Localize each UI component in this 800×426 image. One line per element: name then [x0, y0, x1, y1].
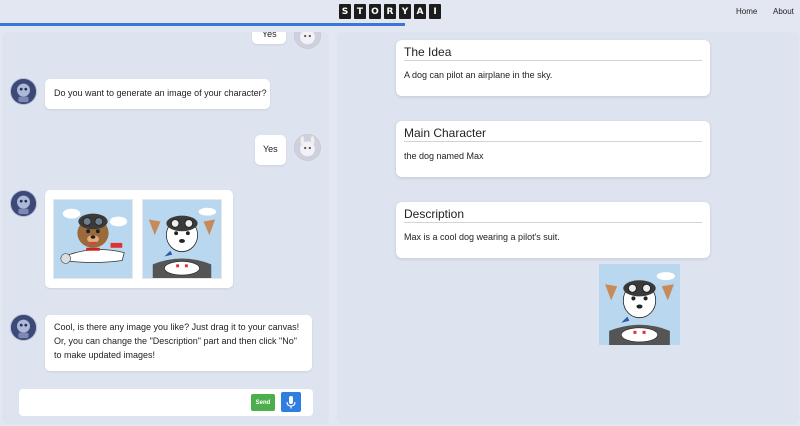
progress-bar	[0, 23, 405, 26]
user-avatar	[294, 134, 321, 161]
top-bar: S T O R Y A I Home About	[0, 0, 800, 26]
message-text: Cool, is there any image you like? Just …	[54, 322, 300, 360]
message-text: Yes	[262, 32, 277, 39]
logo-letter: O	[369, 4, 381, 19]
story-canvas[interactable]: The Idea A dog can pilot an airplane in …	[337, 32, 799, 424]
generated-image-dog-airplane[interactable]	[53, 199, 133, 279]
generated-image-dog-cockpit[interactable]	[142, 199, 222, 279]
card-title: Description	[404, 207, 465, 221]
chat-input[interactable]	[25, 394, 245, 411]
chat-input-bar: Send	[19, 389, 313, 416]
logo-letter: R	[384, 4, 396, 19]
idea-card[interactable]: The Idea A dog can pilot an airplane in …	[396, 40, 710, 96]
card-divider	[404, 60, 702, 61]
send-button[interactable]: Send	[251, 394, 275, 411]
message-text: Do you want to generate an image of your…	[54, 88, 267, 98]
logo-letter: A	[414, 4, 426, 19]
card-divider	[404, 222, 702, 223]
logo-letter: I	[429, 4, 441, 19]
card-text: Max is a cool dog wearing a pilot's suit…	[404, 232, 560, 242]
card-text: A dog can pilot an airplane in the sky.	[404, 70, 553, 80]
bot-avatar	[10, 78, 37, 105]
user-message-bubble: Yes	[252, 32, 286, 44]
logo-letter: S	[339, 4, 351, 19]
canvas-placed-image[interactable]	[599, 264, 680, 345]
main-character-card[interactable]: Main Character the dog named Max	[396, 121, 710, 177]
bot-avatar	[10, 314, 37, 341]
card-title: The Idea	[404, 45, 452, 59]
logo-letter: Y	[399, 4, 411, 19]
card-divider	[404, 141, 702, 142]
nav-about-link[interactable]: About	[773, 7, 794, 16]
microphone-icon	[286, 395, 296, 408]
microphone-button[interactable]	[281, 392, 301, 412]
description-card[interactable]: Description Max is a cool dog wearing a …	[396, 202, 710, 258]
logo-letter: T	[354, 4, 366, 19]
message-text: Yes	[263, 144, 278, 154]
bot-message-bubble: Cool, is there any image you like? Just …	[45, 315, 312, 371]
bot-image-bubble	[45, 190, 233, 288]
nav-home-link[interactable]: Home	[736, 7, 757, 16]
card-text: the dog named Max	[404, 151, 484, 161]
app-logo[interactable]: S T O R Y A I	[339, 4, 441, 19]
chat-panel[interactable]: Yes Do you want to generate an image of …	[2, 32, 329, 424]
bot-avatar	[10, 190, 37, 217]
user-message-bubble: Yes	[255, 135, 286, 165]
bot-message-bubble: Do you want to generate an image of your…	[45, 79, 270, 109]
user-avatar	[294, 32, 321, 49]
card-title: Main Character	[404, 126, 487, 140]
